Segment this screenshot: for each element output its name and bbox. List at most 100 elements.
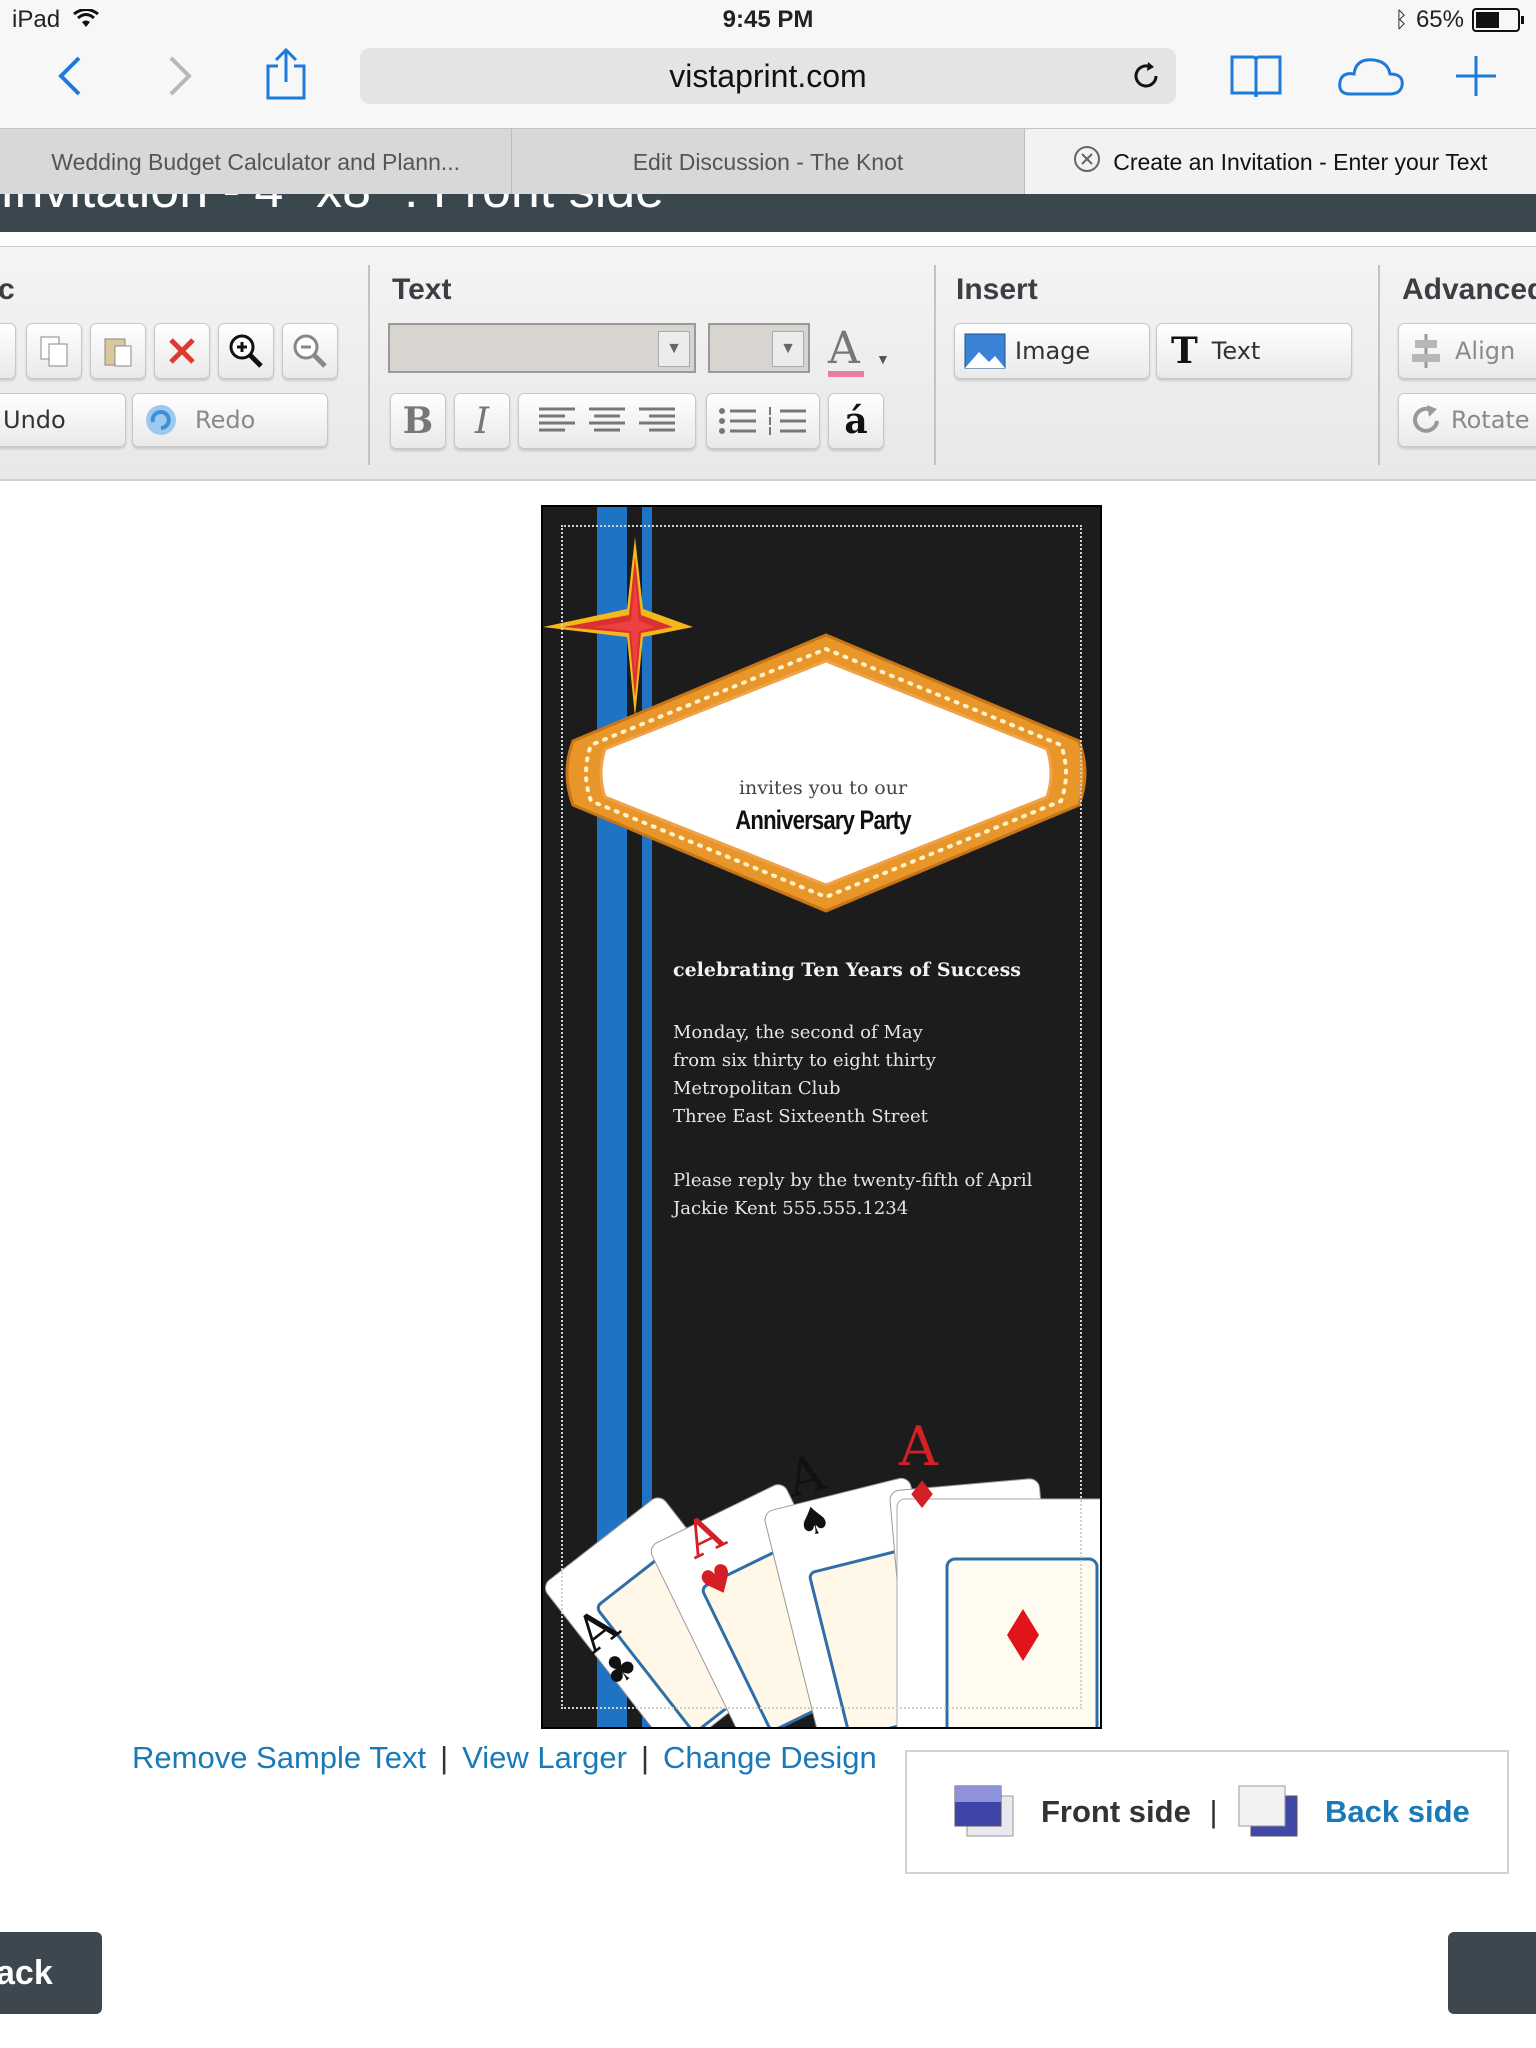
bookmarks-icon[interactable] <box>1228 48 1284 104</box>
tab-label: Wedding Budget Calculator and Plann... <box>51 148 461 175</box>
battery-level <box>1476 12 1499 28</box>
advanced-section-title: Advanced <box>1402 273 1536 306</box>
clock: 9:45 PM <box>722 6 814 33</box>
detail-line: from six thirty to eight thirty <box>673 1050 936 1071</box>
font-family-select[interactable]: ▼ <box>388 323 696 373</box>
cloud-tabs-icon[interactable] <box>1336 48 1406 104</box>
change-design-link[interactable]: Change Design <box>663 1740 877 1775</box>
copy-icon <box>40 336 68 367</box>
redo-label: Redo <box>195 406 256 434</box>
redo-button[interactable]: Redo <box>132 393 328 447</box>
bullet-list-icon[interactable] <box>716 405 760 437</box>
section-divider <box>368 265 370 465</box>
insert-image-button[interactable]: Image <box>954 323 1150 379</box>
ace-diamonds-letter: A <box>899 1415 938 1478</box>
tab-label: Edit Discussion - The Knot <box>632 148 904 175</box>
event-details[interactable]: Monday, the second of May from six thirt… <box>673 1019 936 1131</box>
paste-icon <box>104 338 132 367</box>
forward-arrow-icon[interactable] <box>152 48 208 104</box>
battery-icon <box>1472 8 1524 32</box>
text-color-swatch <box>828 371 864 377</box>
celebrating-text[interactable]: celebrating Ten Years of Success <box>673 959 1021 981</box>
text-color-button[interactable]: A ▼ <box>822 323 902 377</box>
share-icon[interactable] <box>258 46 314 102</box>
back-side-label[interactable]: Back side <box>1325 1794 1470 1830</box>
font-size-select[interactable]: ▼ <box>708 323 810 373</box>
basic-section-title: c <box>0 273 15 306</box>
zoom-out-button[interactable] <box>282 323 338 379</box>
link-separator: | <box>640 1740 650 1775</box>
align-right-icon[interactable] <box>635 405 679 437</box>
rotate-button[interactable]: Rotate <box>1398 393 1536 447</box>
new-tab-icon[interactable] <box>1448 48 1504 104</box>
bold-button[interactable]: B <box>390 393 446 449</box>
address-bar[interactable]: vistaprint.com <box>360 48 1176 104</box>
invitation-canvas[interactable]: invites you to our Anniversary Party cel… <box>541 505 1102 1729</box>
diamond-suit-icon: ♦ <box>905 1473 940 1517</box>
align-left-icon[interactable] <box>535 405 579 437</box>
bluetooth-icon: ᛒ <box>1394 7 1408 33</box>
paste-button[interactable] <box>90 323 146 379</box>
rotate-label: Rotate <box>1451 406 1530 434</box>
remove-sample-text-link[interactable]: Remove Sample Text <box>132 1740 426 1775</box>
detail-line: Metropolitan Club <box>673 1078 841 1099</box>
alignment-group <box>518 393 696 449</box>
redo-icon <box>146 405 176 435</box>
front-side-label[interactable]: Front side | <box>1041 1794 1218 1830</box>
undo-button[interactable]: Undo <box>0 393 126 447</box>
side-separator: | <box>1209 1794 1218 1829</box>
rotate-icon <box>1413 405 1439 433</box>
insert-text-label: Text <box>1211 337 1261 365</box>
rsvp-line: Jackie Kent 555.555.1234 <box>673 1198 909 1219</box>
text-section-title: Text <box>392 273 452 306</box>
back-button[interactable]: ack <box>0 1932 102 2014</box>
tab-create-invitation[interactable]: Create an Invitation - Enter your Text <box>1024 129 1536 195</box>
sign-subtitle[interactable]: invites you to our <box>583 777 1063 799</box>
document-title: Invitation - 4" x8" : Front side <box>0 194 664 220</box>
tab-edit-discussion[interactable]: Edit Discussion - The Knot <box>512 129 1025 195</box>
back-side-icon[interactable] <box>1235 1782 1301 1840</box>
list-group <box>706 393 820 449</box>
special-characters-button[interactable]: á <box>828 393 884 449</box>
align-center-icon[interactable] <box>585 405 629 437</box>
rsvp-line: Please reply by the twenty-fifth of Apri… <box>673 1170 1033 1191</box>
detail-line: Three East Sixteenth Street <box>673 1106 928 1127</box>
chevron-down-icon: ▼ <box>772 331 804 367</box>
front-side-text: Front side <box>1041 1794 1191 1829</box>
zoom-in-button[interactable] <box>218 323 274 379</box>
browser-toolbar: vistaprint.com <box>0 42 1536 128</box>
insert-image-label: Image <box>1015 337 1091 365</box>
url-text: vistaprint.com <box>669 57 867 94</box>
copy-button[interactable] <box>26 323 82 379</box>
insert-section-title: Insert <box>956 273 1038 306</box>
align-label: Align <box>1455 337 1516 365</box>
link-separator: | <box>440 1740 449 1775</box>
undo-label: Undo <box>3 406 66 434</box>
front-side-icon[interactable] <box>951 1782 1017 1840</box>
sign-title[interactable]: Anniversary Party <box>626 805 1020 836</box>
delete-button[interactable] <box>154 323 210 379</box>
align-button[interactable]: Align <box>1398 323 1536 379</box>
zoom-out-icon <box>293 334 327 368</box>
image-icon <box>964 333 1006 369</box>
tab-wedding-budget[interactable]: Wedding Budget Calculator and Plann... <box>0 129 513 195</box>
rsvp-text[interactable]: Please reply by the twenty-fifth of Apri… <box>673 1167 1032 1223</box>
numbered-list-icon[interactable] <box>766 405 810 437</box>
zoom-in-icon <box>229 334 263 368</box>
delete-icon <box>169 338 195 364</box>
close-tab-icon[interactable] <box>1073 145 1101 179</box>
tab-bar: Wedding Budget Calculator and Plann... E… <box>0 128 1536 195</box>
canvas-links: Remove Sample Text | View Larger | Change De… <box>132 1740 877 1776</box>
partial-button[interactable] <box>0 323 16 379</box>
tab-label: Create an Invitation - Enter your Text <box>1113 148 1488 175</box>
marquee-sign <box>565 633 1087 913</box>
section-divider <box>1378 265 1380 465</box>
reload-icon[interactable] <box>1130 60 1162 100</box>
next-button[interactable] <box>1448 1932 1536 2014</box>
chevron-down-icon: ▼ <box>876 351 890 367</box>
back-arrow-icon[interactable] <box>42 48 98 104</box>
text-color-glyph: A <box>828 323 860 374</box>
view-larger-link[interactable]: View Larger <box>462 1740 627 1775</box>
insert-text-button[interactable]: T Text <box>1156 323 1352 379</box>
italic-button[interactable]: I <box>454 393 510 449</box>
